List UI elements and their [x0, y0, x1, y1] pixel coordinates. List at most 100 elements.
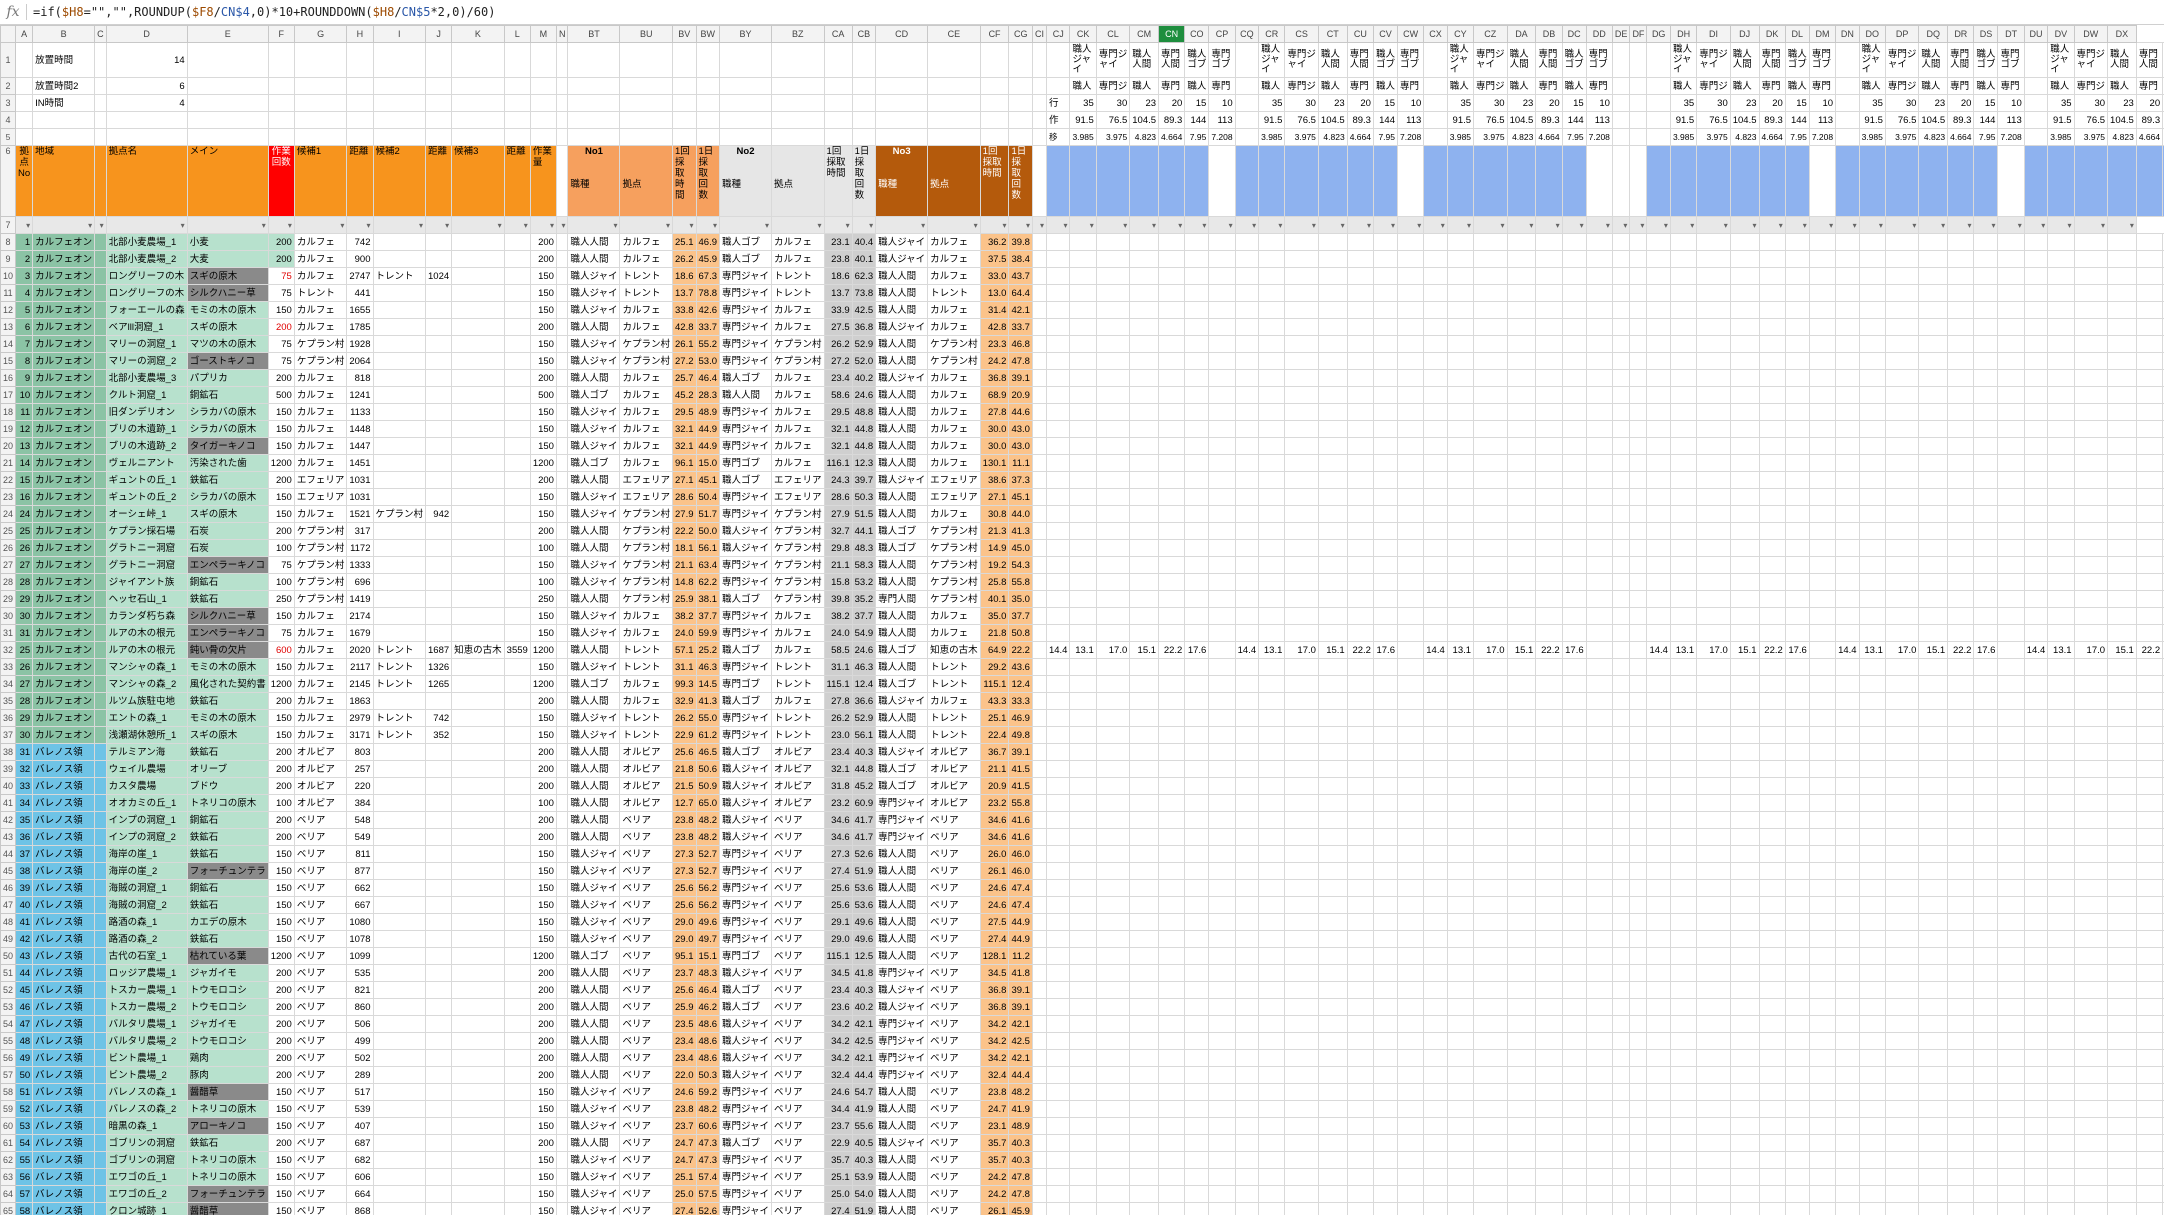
- cell[interactable]: 47.4: [1008, 879, 1033, 897]
- cell[interactable]: 52.0: [851, 352, 877, 370]
- cell[interactable]: [1729, 726, 1760, 744]
- cell[interactable]: [2107, 1117, 2137, 1135]
- cell[interactable]: [1506, 420, 1537, 438]
- cell[interactable]: 専門ジャイ: [875, 811, 929, 829]
- cell[interactable]: 34.2: [979, 1032, 1010, 1050]
- cell[interactable]: [1669, 590, 1698, 608]
- cell[interactable]: [503, 403, 531, 421]
- cell[interactable]: [1031, 386, 1047, 404]
- cell[interactable]: [451, 811, 505, 829]
- row-number[interactable]: 24: [0, 505, 17, 523]
- cell[interactable]: [2107, 726, 2137, 744]
- cell[interactable]: [1372, 675, 1398, 693]
- cell[interactable]: [1669, 743, 1698, 761]
- cell[interactable]: オルビア: [771, 794, 825, 812]
- cell[interactable]: [2073, 335, 2109, 353]
- cell[interactable]: [2047, 437, 2075, 455]
- cell[interactable]: [1997, 1151, 2025, 1169]
- cell[interactable]: [1423, 352, 1448, 370]
- cell[interactable]: [1808, 284, 1837, 302]
- cell[interactable]: 30: [15, 607, 34, 625]
- cell[interactable]: [1585, 930, 1613, 948]
- cell[interactable]: [1069, 879, 1097, 897]
- cell[interactable]: [1646, 1185, 1671, 1203]
- cell[interactable]: 64.4: [1008, 284, 1033, 302]
- column-header[interactable]: CO: [1184, 25, 1210, 43]
- cell[interactable]: [1669, 1185, 1698, 1203]
- cell[interactable]: 48.8: [851, 403, 877, 421]
- cell[interactable]: 職人人間: [875, 386, 929, 404]
- cell[interactable]: [1784, 1015, 1810, 1033]
- cell[interactable]: [1446, 1032, 1475, 1050]
- cell[interactable]: [1758, 301, 1786, 319]
- cell[interactable]: [1808, 573, 1837, 591]
- cell[interactable]: [1629, 42, 1648, 78]
- cell[interactable]: [1611, 930, 1631, 948]
- cell[interactable]: 200: [267, 318, 295, 336]
- cell[interactable]: [672, 42, 697, 78]
- cell[interactable]: [1258, 1015, 1286, 1033]
- cell[interactable]: [425, 386, 453, 404]
- cell[interactable]: [2135, 998, 2164, 1016]
- cell[interactable]: [1585, 641, 1613, 659]
- header-cell[interactable]: [1095, 145, 1131, 217]
- cell[interactable]: ベリア: [771, 1151, 825, 1169]
- cell[interactable]: [451, 128, 505, 146]
- cell[interactable]: [1835, 879, 1860, 897]
- cell[interactable]: [1069, 607, 1097, 625]
- cell[interactable]: [1947, 420, 1975, 438]
- cell[interactable]: [1372, 709, 1398, 727]
- cell[interactable]: [1997, 145, 2025, 217]
- cell[interactable]: [1535, 454, 1563, 472]
- cell[interactable]: [555, 998, 569, 1016]
- cell[interactable]: [1858, 896, 1886, 914]
- cell[interactable]: [267, 111, 295, 129]
- cell[interactable]: [1758, 709, 1786, 727]
- cell[interactable]: [372, 743, 427, 761]
- cell[interactable]: ベリア: [771, 1083, 825, 1101]
- row-number[interactable]: 5: [0, 128, 17, 146]
- cell[interactable]: ベリア: [619, 947, 673, 965]
- cell[interactable]: 職人人間: [567, 777, 621, 795]
- cell[interactable]: 200: [267, 1066, 295, 1084]
- cell[interactable]: [555, 1066, 569, 1084]
- cell[interactable]: [1234, 128, 1260, 146]
- cell[interactable]: [1585, 1202, 1613, 1215]
- cell[interactable]: [2107, 539, 2137, 557]
- cell[interactable]: [1506, 250, 1537, 268]
- cell[interactable]: [1669, 760, 1698, 778]
- cell[interactable]: ケプラン村: [372, 505, 427, 523]
- cell[interactable]: [425, 437, 453, 455]
- cell[interactable]: 36.8: [851, 318, 877, 336]
- cell[interactable]: [1947, 896, 1975, 914]
- cell[interactable]: [1585, 794, 1613, 812]
- cell[interactable]: 49: [15, 1049, 34, 1067]
- cell[interactable]: [1729, 556, 1760, 574]
- cell[interactable]: 37.5: [979, 250, 1010, 268]
- cell[interactable]: [1346, 505, 1374, 523]
- cell[interactable]: ベリア: [619, 862, 673, 880]
- cell[interactable]: 職人人間: [567, 471, 621, 489]
- param-cell[interactable]: 7.95: [1372, 128, 1398, 146]
- cell[interactable]: [451, 488, 505, 506]
- column-header[interactable]: CL: [1095, 25, 1131, 43]
- cell[interactable]: 150: [529, 607, 557, 625]
- cell[interactable]: [1095, 1100, 1131, 1118]
- column-header[interactable]: L: [503, 25, 531, 43]
- cell[interactable]: ケプラン村: [927, 556, 981, 574]
- cell[interactable]: 200: [529, 777, 557, 795]
- cell[interactable]: [2023, 1202, 2049, 1215]
- cell[interactable]: 24.6: [851, 641, 877, 659]
- label-cell[interactable]: 放置時間: [32, 42, 96, 78]
- header-cell[interactable]: [1535, 145, 1563, 217]
- cell[interactable]: [1835, 1066, 1860, 1084]
- cell[interactable]: [823, 94, 853, 112]
- job-header[interactable]: 職人人間: [1918, 42, 1949, 78]
- cell[interactable]: [1396, 590, 1425, 608]
- cell[interactable]: ベリア: [927, 1168, 981, 1186]
- cell[interactable]: [718, 77, 773, 95]
- cell[interactable]: [1858, 726, 1886, 744]
- param-cell[interactable]: 7.95: [1973, 128, 1999, 146]
- cell[interactable]: [1184, 998, 1210, 1016]
- param-cell[interactable]: 15: [1973, 94, 1999, 112]
